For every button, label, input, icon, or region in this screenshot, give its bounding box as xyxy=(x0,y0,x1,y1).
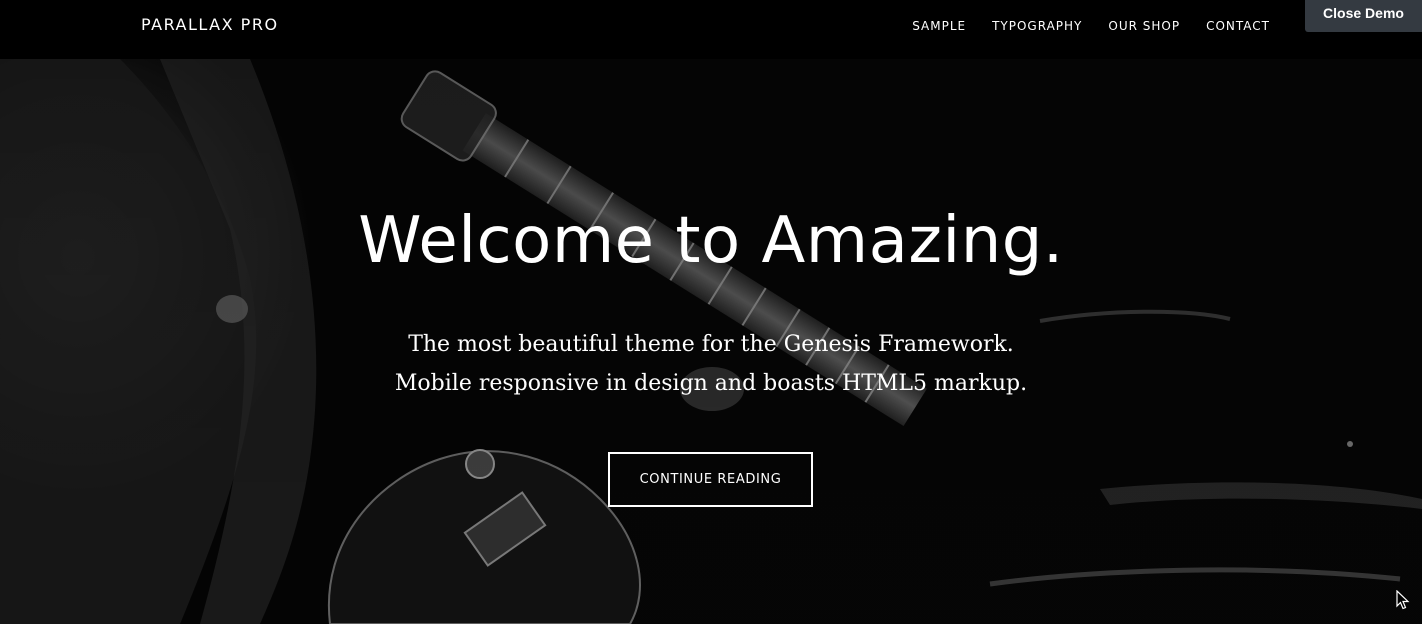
hero-subtitle-line-2: Mobile responsive in design and boasts H… xyxy=(394,371,1028,396)
hero-subtitle-line-1: The most beautiful theme for the Genesis… xyxy=(408,332,1014,357)
hero-section: Welcome to Amazing. The most beautiful t… xyxy=(0,59,1422,624)
nav-item-typography[interactable]: TYPOGRAPHY xyxy=(992,18,1082,34)
page: PARALLAX PRO SAMPLE TYPOGRAPHY OUR SHOP … xyxy=(0,0,1422,624)
site-title-link[interactable]: PARALLAX PRO xyxy=(141,15,279,35)
primary-nav: SAMPLE TYPOGRAPHY OUR SHOP CONTACT xyxy=(886,18,1270,34)
hero-title: Welcome to Amazing. xyxy=(358,204,1064,278)
nav-item-contact[interactable]: CONTACT xyxy=(1206,18,1270,34)
continue-reading-button[interactable]: CONTINUE READING xyxy=(608,452,813,507)
close-demo-button[interactable]: Close Demo xyxy=(1305,0,1422,32)
nav-item-our-shop[interactable]: OUR SHOP xyxy=(1108,18,1180,34)
mouse-cursor-icon xyxy=(1396,590,1410,610)
nav-item-sample[interactable]: SAMPLE xyxy=(912,18,966,34)
hero-subtitle: The most beautiful theme for the Genesis… xyxy=(0,325,1422,403)
site-header: PARALLAX PRO SAMPLE TYPOGRAPHY OUR SHOP … xyxy=(0,0,1422,59)
